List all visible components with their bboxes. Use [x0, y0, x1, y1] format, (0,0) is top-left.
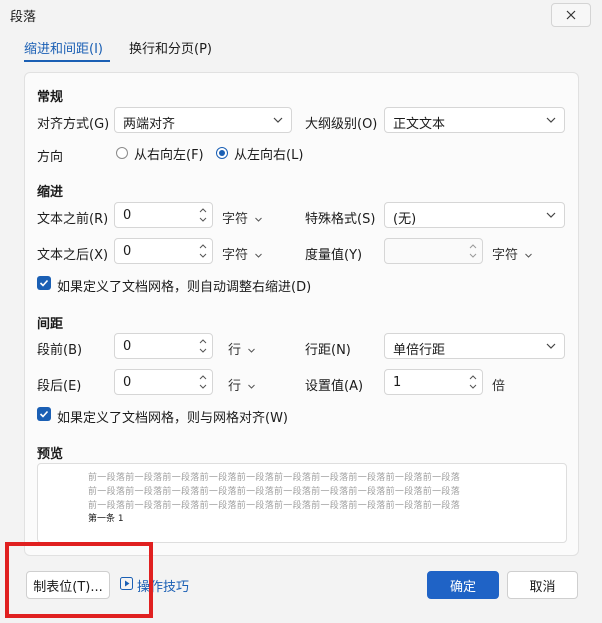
- special-format-dropdown[interactable]: (无): [384, 202, 565, 228]
- snap-to-grid-label: 如果定义了文档网格，则与网格对齐(W): [57, 411, 288, 426]
- space-before-label: 段前(B): [37, 343, 83, 358]
- space-before-spinner[interactable]: 0: [114, 333, 213, 359]
- unit-label: 行: [228, 343, 242, 358]
- unit-label: 字符: [492, 248, 519, 263]
- radio-rtl-label: 从右向左(F): [134, 148, 204, 163]
- spin-down-icon[interactable]: [197, 346, 209, 356]
- unit-label: 字符: [222, 248, 249, 263]
- setting-value-label: 设置值(A): [305, 379, 364, 394]
- radio-ltr[interactable]: 从左向右(L): [216, 144, 306, 164]
- unit-label: 行: [228, 379, 242, 394]
- tips-link-label: 操作技巧: [137, 580, 190, 595]
- text-before-label: 文本之前(R): [37, 212, 109, 227]
- spin-down-icon[interactable]: [467, 251, 479, 261]
- radio-ltr-label: 从左向右(L): [234, 148, 304, 163]
- preview-pane: 前一段落前一段落前一段落前一段落前一段落前一段落前一段落前一段落前一段落前一段落…: [37, 463, 567, 543]
- chevron-down-icon: [546, 117, 556, 123]
- auto-right-indent-checkbox[interactable]: [37, 276, 51, 290]
- unit-label: 字符: [222, 212, 249, 227]
- tab-stops-button[interactable]: 制表位(T)...: [26, 571, 110, 599]
- text-after-label: 文本之后(X): [37, 248, 109, 263]
- measure-unit-dropdown[interactable]: 字符: [492, 244, 533, 263]
- section-indent-heading: 缩进: [37, 185, 64, 200]
- outline-level-label: 大纲级别(O): [305, 117, 378, 132]
- alignment-dropdown[interactable]: 两端对齐: [114, 107, 292, 133]
- space-after-value: 0: [123, 375, 132, 390]
- space-after-spinner[interactable]: 0: [114, 369, 213, 395]
- line-spacing-dropdown[interactable]: 单倍行距: [384, 333, 565, 359]
- direction-label: 方向: [37, 150, 64, 165]
- section-spacing-heading: 间距: [37, 317, 64, 332]
- preview-prev-paragraph-line: 前一段落前一段落前一段落前一段落前一段落前一段落前一段落前一段落前一段落前一段落: [88, 501, 461, 511]
- spin-up-icon[interactable]: [197, 205, 209, 215]
- spin-up-icon[interactable]: [197, 241, 209, 251]
- tab-line-page-breaks[interactable]: 换行和分页(P): [129, 38, 212, 57]
- section-general-heading: 常规: [37, 90, 64, 105]
- preview-sample-text: 第一条 1: [88, 514, 124, 524]
- chevron-down-icon: [255, 217, 262, 222]
- cancel-button[interactable]: 取消: [507, 571, 578, 599]
- setting-value-spinner[interactable]: 1: [384, 369, 483, 395]
- chevron-down-icon: [248, 348, 255, 353]
- title-bar: 段落: [0, 0, 602, 30]
- space-before-value: 0: [123, 339, 132, 354]
- spin-down-icon[interactable]: [467, 382, 479, 392]
- text-after-unit-dropdown[interactable]: 字符: [222, 244, 263, 263]
- tab-indent-spacing[interactable]: 缩进和间距(I): [24, 38, 103, 57]
- space-after-unit-dropdown[interactable]: 行: [228, 375, 256, 394]
- spin-up-icon[interactable]: [197, 372, 209, 382]
- spin-down-icon[interactable]: [197, 251, 209, 261]
- text-after-value: 0: [123, 244, 132, 259]
- alignment-label: 对齐方式(G): [37, 117, 110, 132]
- preview-prev-paragraph-line: 前一段落前一段落前一段落前一段落前一段落前一段落前一段落前一段落前一段落前一段落: [88, 487, 461, 497]
- ok-button[interactable]: 确定: [427, 571, 499, 599]
- setting-value-unit: 倍: [492, 379, 506, 394]
- chevron-down-icon: [255, 253, 262, 258]
- snap-to-grid-checkbox[interactable]: [37, 407, 51, 421]
- measure-label: 度量值(Y): [305, 248, 363, 263]
- section-preview-heading: 预览: [37, 447, 64, 462]
- checkmark-icon: [39, 410, 49, 418]
- outline-level-dropdown[interactable]: 正文文本: [384, 107, 565, 133]
- play-tutorial-icon: [120, 577, 133, 590]
- text-before-unit-dropdown[interactable]: 字符: [222, 208, 263, 227]
- space-before-unit-dropdown[interactable]: 行: [228, 339, 256, 358]
- chevron-down-icon: [273, 117, 283, 123]
- spin-down-icon[interactable]: [197, 382, 209, 392]
- outline-level-value: 正文文本: [393, 117, 446, 132]
- line-spacing-label: 行距(N): [305, 343, 351, 358]
- text-after-spinner[interactable]: 0: [114, 238, 213, 264]
- active-tab-indicator: [24, 60, 110, 62]
- radio-button-selected[interactable]: [216, 147, 228, 159]
- measure-spinner[interactable]: [384, 238, 483, 264]
- auto-right-indent-label: 如果定义了文档网格，则自动调整右缩进(D): [57, 280, 312, 295]
- special-format-label: 特殊格式(S): [305, 212, 376, 227]
- text-before-spinner[interactable]: 0: [114, 202, 213, 228]
- spin-up-icon[interactable]: [197, 336, 209, 346]
- preview-prev-paragraph-line: 前一段落前一段落前一段落前一段落前一段落前一段落前一段落前一段落前一段落前一段落: [88, 473, 461, 483]
- spin-up-icon[interactable]: [467, 372, 479, 382]
- close-button[interactable]: [551, 3, 591, 27]
- line-spacing-value: 单倍行距: [393, 343, 446, 358]
- spin-up-icon[interactable]: [467, 241, 479, 251]
- chevron-down-icon: [248, 384, 255, 389]
- chevron-down-icon: [525, 253, 532, 258]
- alignment-value: 两端对齐: [123, 117, 176, 132]
- radio-button[interactable]: [116, 147, 128, 159]
- chevron-down-icon: [546, 343, 556, 349]
- chevron-down-icon: [546, 212, 556, 218]
- text-before-value: 0: [123, 208, 132, 223]
- close-icon: [566, 10, 576, 20]
- checkmark-icon: [39, 279, 49, 287]
- spin-down-icon[interactable]: [197, 215, 209, 225]
- setting-value: 1: [393, 375, 402, 390]
- dialog-title: 段落: [10, 10, 37, 25]
- space-after-label: 段后(E): [37, 379, 82, 394]
- special-format-value: (无): [393, 212, 417, 227]
- radio-rtl[interactable]: 从右向左(F): [116, 144, 206, 164]
